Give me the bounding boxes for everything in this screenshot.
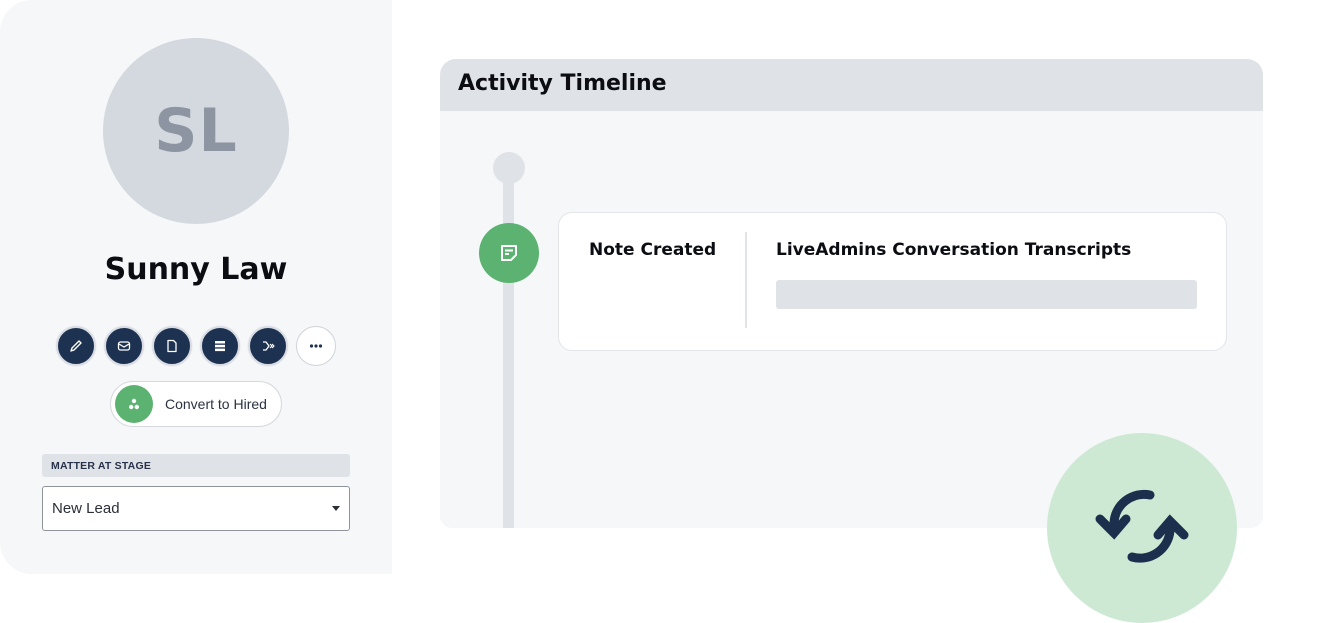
event-content-placeholder: [776, 280, 1197, 309]
list-button[interactable]: [200, 326, 240, 366]
stage-label: MATTER AT STAGE: [42, 454, 350, 477]
workflow-icon: [263, 341, 275, 351]
sync-icon: [1095, 489, 1189, 563]
timeline-title: Activity Timeline: [440, 59, 1263, 111]
more-button[interactable]: [296, 326, 336, 366]
divider: [745, 232, 747, 328]
convert-label: Convert to Hired: [165, 396, 267, 412]
avatar: SL: [103, 38, 289, 224]
timeline-start-dot: [493, 152, 525, 184]
sync-badge: [1047, 433, 1237, 623]
convert-to-hired-button[interactable]: Convert to Hired: [110, 381, 282, 427]
workflow-button[interactable]: [248, 326, 288, 366]
user-group-icon: [115, 385, 153, 423]
list-icon: [215, 341, 225, 352]
mail-icon: [117, 341, 131, 351]
note-icon: [479, 223, 539, 283]
stage-select[interactable]: New Lead: [42, 486, 350, 531]
more-icon: [309, 344, 323, 348]
pencil-icon: [70, 340, 82, 352]
email-button[interactable]: [104, 326, 144, 366]
avatar-initials: SL: [154, 96, 238, 166]
document-button[interactable]: [152, 326, 192, 366]
action-bar: [56, 326, 336, 366]
event-title: LiveAdmins Conversation Transcripts: [776, 240, 1132, 260]
stage-value: New Lead: [52, 500, 120, 517]
chevron-down-icon: [332, 506, 340, 511]
profile-name: Sunny Law: [104, 252, 288, 287]
timeline-event[interactable]: Note Created LiveAdmins Conversation Tra…: [558, 212, 1227, 351]
edit-button[interactable]: [56, 326, 96, 366]
profile-card: SL Sunny Law Convert to Hired MATTER AT …: [0, 0, 392, 574]
document-icon: [167, 339, 177, 353]
event-type: Note Created: [589, 240, 717, 260]
